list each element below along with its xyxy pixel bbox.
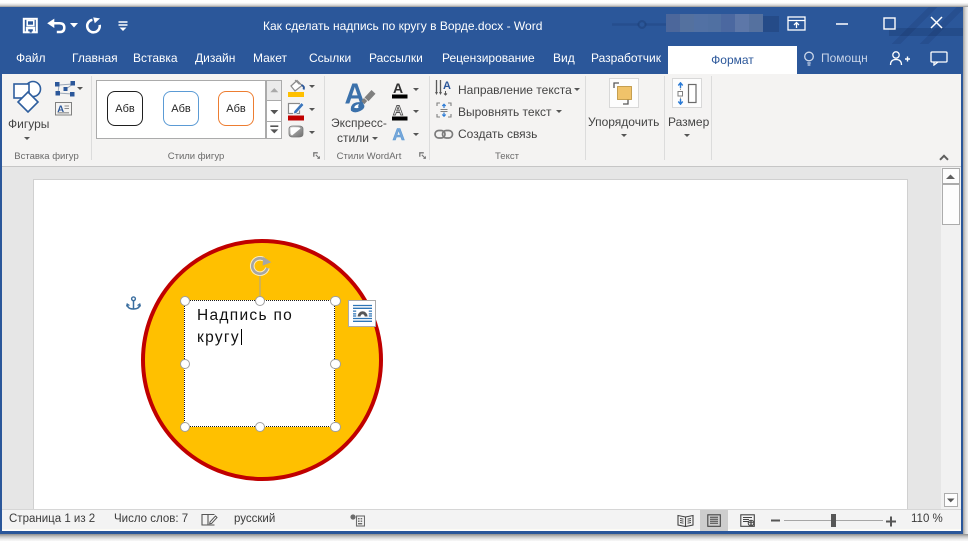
svg-text:A: A: [393, 125, 405, 143]
svg-text:A: A: [393, 81, 403, 96]
svg-text:A: A: [443, 80, 451, 92]
svg-text:A: A: [393, 102, 403, 118]
